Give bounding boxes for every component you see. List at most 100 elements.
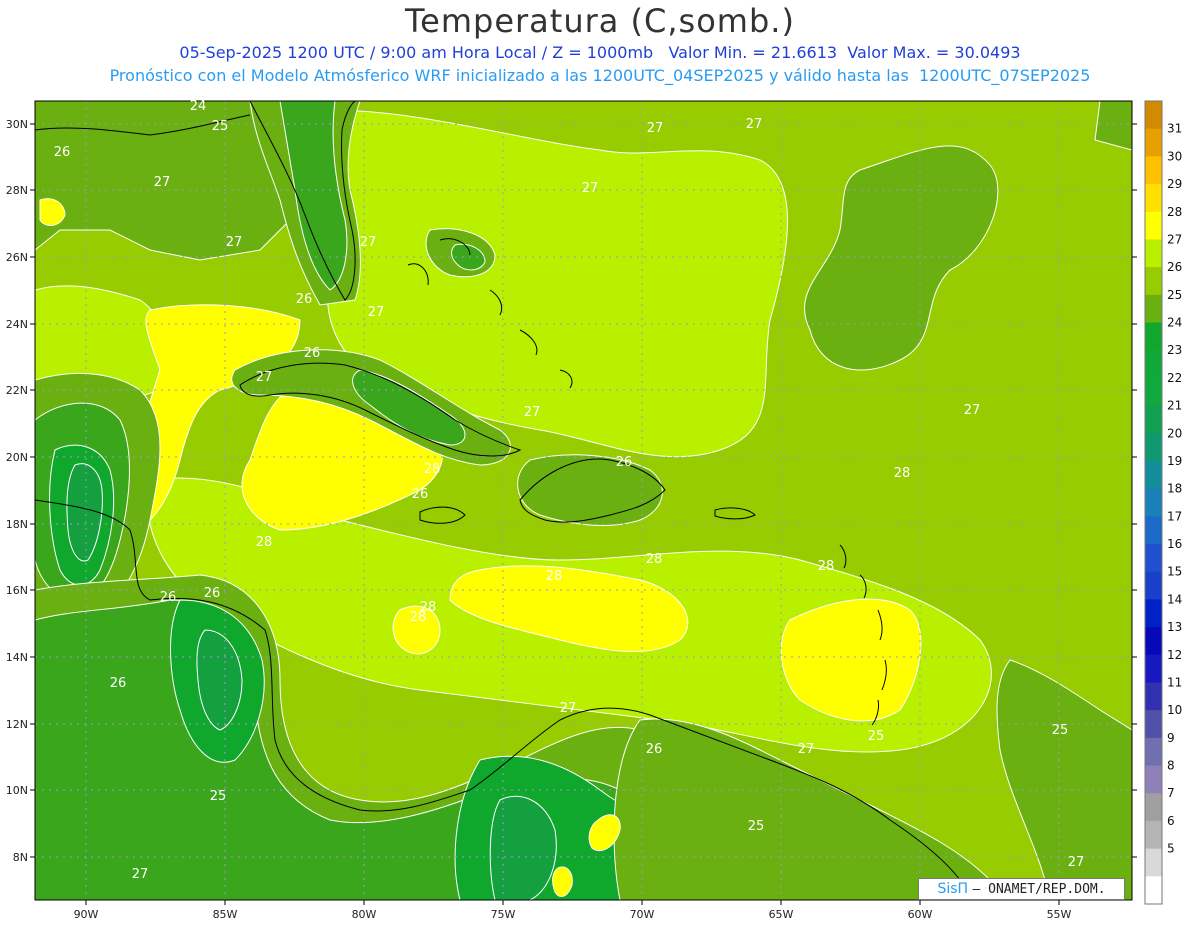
contour-label: 27 — [226, 235, 243, 250]
colorbar-label: 22 — [1167, 371, 1182, 385]
colorbar-swatch — [1145, 211, 1162, 240]
lat-label: 30N — [6, 118, 28, 131]
contour-label: 27 — [560, 701, 577, 716]
colorbar-label: 17 — [1167, 509, 1182, 523]
colorbar-label: 15 — [1167, 565, 1182, 579]
credit-text: – ONAMET/REP.DOM. — [972, 882, 1106, 897]
lon-label: 85W — [213, 908, 238, 921]
colorbar-label: 6 — [1167, 814, 1175, 828]
colorbar-label: 9 — [1167, 731, 1175, 745]
contour-label: 26 — [54, 145, 71, 160]
contour-label: 25 — [868, 729, 885, 744]
lat-label: 12N — [6, 718, 28, 731]
colorbar-swatch — [1145, 820, 1162, 850]
colorbar-swatch — [1145, 848, 1162, 877]
contour-label: 25 — [748, 819, 765, 834]
contour-label: 28 — [646, 552, 663, 567]
lat-label: 22N — [6, 384, 28, 397]
contour-label: 27 — [360, 235, 377, 250]
contour-label: 28 — [424, 462, 441, 477]
colorbar-swatch — [1145, 128, 1162, 157]
lat-label: 18N — [6, 518, 28, 531]
contour-label: 28 — [256, 535, 273, 550]
contour-label: 26 — [412, 487, 429, 502]
colorbar-swatch — [1145, 156, 1162, 185]
credit-box: SisΠ – ONAMET/REP.DOM. — [918, 878, 1125, 900]
colorbar-label: 16 — [1167, 537, 1182, 551]
lon-label: 90W — [74, 908, 99, 921]
colorbar-label: 12 — [1167, 648, 1182, 662]
longitude-axis: 90W 85W 80W 75W 70W 65W 60W 55W — [74, 900, 1072, 921]
colorbar-swatch — [1145, 516, 1162, 545]
contour-label: 26 — [304, 346, 321, 361]
contour-label: 26 — [646, 742, 663, 757]
colorbar-label: 26 — [1167, 260, 1182, 274]
colorbar-swatch — [1145, 682, 1162, 711]
lat-label: 28N — [6, 184, 28, 197]
colorbar-swatch — [1145, 793, 1162, 822]
colorbar-label: 8 — [1167, 759, 1175, 773]
lon-label: 70W — [630, 908, 655, 921]
colorbar-swatch — [1145, 599, 1162, 628]
colorbar-swatch — [1145, 350, 1162, 379]
colorbar-swatch — [1145, 654, 1162, 683]
contour-label: 27 — [154, 175, 171, 190]
lon-label: 60W — [908, 908, 933, 921]
colorbar-label: 30 — [1167, 149, 1182, 163]
colorbar-label: 13 — [1167, 620, 1182, 634]
temperature-colorbar: 31 30 29 28 27 26 25 24 23 22 21 20 19 18 17 16 15 14 13 12… — [1144, 100, 1182, 905]
lon-label: 65W — [769, 908, 794, 921]
contour-label: 27 — [132, 867, 149, 882]
contour-label: 28 — [894, 466, 911, 481]
colorbar-label: 25 — [1167, 288, 1182, 302]
colorbar-label: 18 — [1167, 482, 1182, 496]
contour-label: 27 — [647, 121, 664, 136]
colorbar-swatch — [1145, 405, 1162, 434]
contour-label: 27 — [746, 117, 763, 132]
contour-label: 24 — [190, 99, 207, 114]
contour-label: 27 — [368, 305, 385, 320]
colorbar-swatch — [1145, 267, 1162, 296]
colorbar-swatch — [1145, 433, 1162, 462]
colorbar-label: 24 — [1167, 316, 1182, 330]
colorbar-swatch — [1145, 294, 1162, 324]
contour-label: 25 — [212, 119, 229, 134]
colorbar-swatch — [1145, 322, 1162, 351]
lon-label: 80W — [352, 908, 377, 921]
contour-label: 27 — [964, 403, 981, 418]
colorbar-label: 5 — [1167, 842, 1175, 856]
lat-label: 20N — [6, 451, 28, 464]
contour-label: 25 — [210, 789, 227, 804]
lat-label: 24N — [6, 318, 28, 331]
contour-label: 26 — [296, 292, 313, 307]
contour-label: 27 — [524, 405, 541, 420]
contour-label: 25 — [1052, 723, 1069, 738]
colorbar-swatch — [1145, 571, 1162, 600]
map-area — [35, 101, 1132, 900]
colorbar-swatch — [1145, 710, 1162, 739]
lon-label: 75W — [491, 908, 516, 921]
colorbar-swatch — [1145, 737, 1162, 767]
contour-label: 26 — [616, 455, 633, 470]
colorbar-label: 14 — [1167, 592, 1182, 606]
colorbar-label: 19 — [1167, 454, 1182, 468]
contour-label: 27 — [256, 370, 273, 385]
map-figure: Temperatura (C,somb.) 05-Sep-2025 1200 U… — [0, 0, 1200, 927]
lat-label: 26N — [6, 251, 28, 264]
colorbar-swatch — [1145, 239, 1162, 268]
colorbar-swatch — [1145, 544, 1162, 573]
contour-label: 27 — [582, 181, 599, 196]
contour-label: 28 — [818, 559, 835, 574]
contour-label: 26 — [204, 586, 221, 601]
lat-label: 10N — [6, 784, 28, 797]
lat-label: 8N — [13, 851, 28, 864]
colorbar-swatch — [1145, 627, 1162, 656]
colorbar-label: 21 — [1167, 399, 1182, 413]
lon-label: 55W — [1047, 908, 1072, 921]
colorbar-swatch — [1145, 460, 1162, 490]
contour-label: 26 — [110, 676, 127, 691]
colorbar-swatch — [1145, 876, 1162, 905]
colorbar-label: 29 — [1167, 177, 1182, 191]
colorbar-label: 23 — [1167, 343, 1182, 357]
sispi-logo: SisΠ — [937, 881, 969, 897]
